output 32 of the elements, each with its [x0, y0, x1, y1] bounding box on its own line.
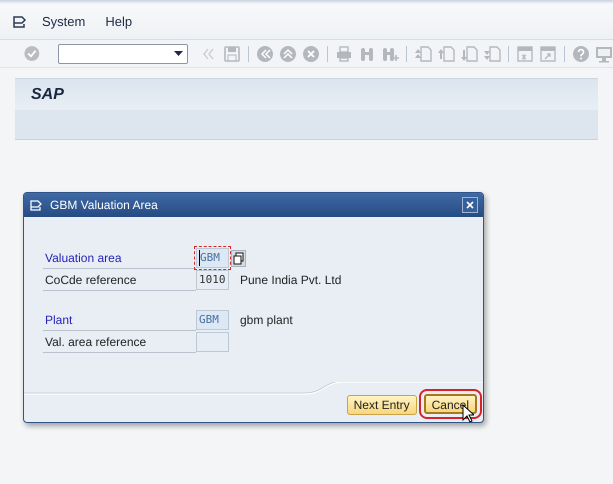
cancel-icon[interactable]	[302, 44, 320, 62]
shortcut-icon[interactable]	[539, 44, 557, 62]
menu-item[interactable]: System	[42, 12, 86, 32]
next-page-icon[interactable]	[460, 44, 478, 62]
field-description: gbm plant	[240, 312, 293, 329]
exit-icon[interactable]	[279, 44, 297, 62]
dialog-title: GBM Valuation Area	[50, 197, 159, 214]
help-icon[interactable]	[572, 44, 590, 62]
previous-page-icon[interactable]	[437, 44, 455, 62]
first-page-icon[interactable]	[414, 44, 432, 62]
field-description: Pune India Pvt. Ltd	[240, 272, 342, 289]
command-field[interactable]	[58, 44, 188, 64]
value-help-icon[interactable]	[231, 250, 246, 266]
check-icon[interactable]	[24, 45, 40, 62]
close-icon	[466, 201, 474, 209]
input-field[interactable]	[196, 332, 229, 352]
monitor-icon[interactable]	[595, 44, 613, 62]
menu-icon[interactable]	[13, 16, 29, 28]
menu-item[interactable]: Help	[105, 12, 132, 32]
back-icon[interactable]	[256, 44, 274, 62]
screen-title: SAP	[31, 84, 64, 104]
close-button[interactable]	[462, 197, 478, 213]
last-page-icon[interactable]	[483, 44, 501, 62]
dialog-icon	[30, 200, 44, 210]
input-field[interactable]: GBM	[196, 248, 229, 268]
dropdown-arrow-icon[interactable]	[174, 51, 183, 56]
new-window-icon[interactable]	[516, 44, 534, 62]
input-field[interactable]: 1010	[196, 270, 229, 290]
dialog-button[interactable]: Next Entry	[346, 395, 417, 415]
print-icon[interactable]	[335, 44, 353, 62]
save-icon[interactable]	[223, 44, 241, 62]
input-field[interactable]: GBM	[196, 310, 229, 330]
